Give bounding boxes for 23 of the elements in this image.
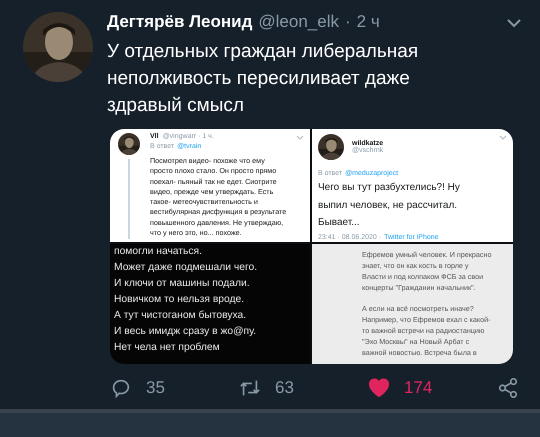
chevron-down-icon	[296, 135, 304, 140]
separator-dot: ·	[344, 12, 351, 32]
chevron-down-icon[interactable]	[506, 18, 522, 28]
chevron-down-icon	[499, 135, 507, 140]
message-line: И ключи от машины подали.	[114, 277, 251, 291]
tweet-text-line: Чего вы тут разбухтелись?! Ну	[318, 181, 461, 195]
reply-button[interactable]: 35	[110, 377, 239, 399]
message-line: Может даже подмешали чего.	[114, 261, 258, 275]
message-line: А тут чистоганом бытовуха.	[114, 309, 248, 323]
tweet-text-line: выпил человек, не рассчитал.	[318, 198, 458, 212]
message-line: Новичком то нельзя вроде.	[114, 293, 246, 307]
tweet-text: У отдельных граждан либеральная неполживость пересиливает даже здравый смысл	[107, 40, 420, 118]
author-handle: @leon_elk	[258, 12, 339, 32]
message-line: помогли начаться.	[114, 245, 203, 259]
retweet-button[interactable]: 63	[239, 377, 368, 399]
like-button[interactable]: 174	[368, 377, 497, 399]
author-name[interactable]: Дегтярёв Леонид	[107, 12, 252, 32]
share-icon	[497, 377, 519, 399]
reply-icon	[110, 377, 132, 399]
message-line: И весь имидж сразу в жо@пу.	[114, 325, 258, 339]
tweet-time[interactable]: 2 ч	[356, 12, 380, 32]
message-line: Нет чела нет проблем	[114, 341, 221, 355]
tweet-text-line: Бывает...	[318, 216, 361, 230]
